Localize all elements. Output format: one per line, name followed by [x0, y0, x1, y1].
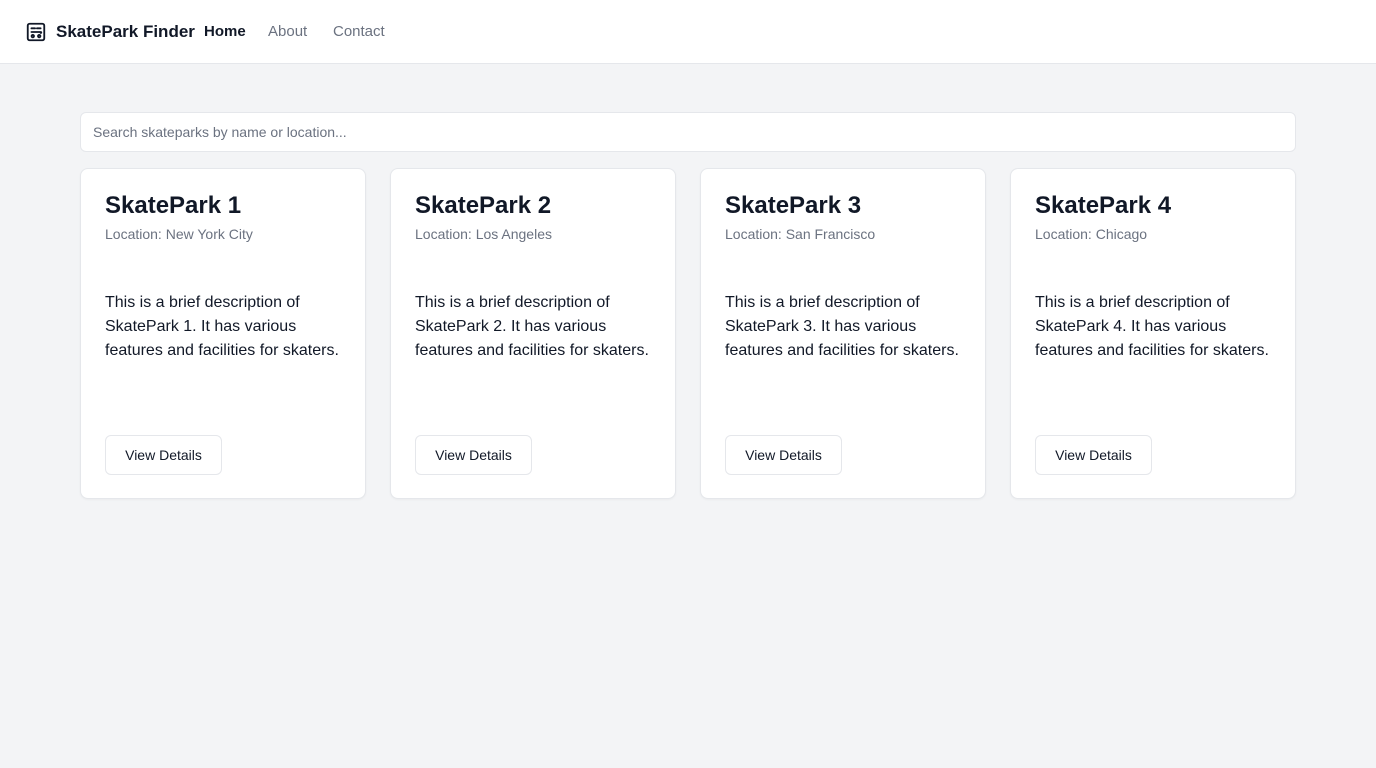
card-description: This is a brief description of SkatePark…: [415, 294, 649, 359]
card-title: SkatePark 3: [725, 192, 862, 219]
brand-title[interactable]: SkatePark Finder: [56, 21, 195, 43]
card-description: This is a brief description of SkatePark…: [1035, 294, 1269, 359]
nav-link-about[interactable]: About: [268, 22, 307, 42]
card-location: Location: Los Angeles: [415, 226, 552, 242]
card-location: Location: San Francisco: [725, 226, 876, 242]
view-details-button[interactable]: View Details: [415, 435, 532, 475]
card-title: SkatePark 1: [105, 192, 242, 219]
top-nav-bar: SkatePark Finder Home About Contact: [0, 0, 1376, 64]
search-input[interactable]: [80, 112, 1296, 152]
card-location: Location: New York City: [105, 226, 253, 242]
skateboard-icon[interactable]: [25, 21, 47, 43]
view-details-button[interactable]: View Details: [1035, 435, 1152, 475]
card-title: SkatePark 2: [415, 192, 552, 219]
skatepark-card: SkatePark 3 Location: San Francisco This…: [700, 168, 986, 499]
view-details-button[interactable]: View Details: [725, 435, 842, 475]
nav-link-home[interactable]: Home: [204, 22, 246, 42]
card-location: Location: Chicago: [1035, 226, 1148, 242]
skatepark-card: SkatePark 4 Location: Chicago This is a …: [1010, 168, 1296, 499]
skatepark-card: SkatePark 1 Location: New York City This…: [80, 168, 366, 499]
nav-link-contact[interactable]: Contact: [333, 22, 385, 42]
view-details-button[interactable]: View Details: [105, 435, 222, 475]
card-description: This is a brief description of SkatePark…: [105, 294, 339, 359]
card-description: This is a brief description of SkatePark…: [725, 294, 959, 359]
skatepark-card: SkatePark 2 Location: Los Angeles This i…: [390, 168, 676, 499]
card-title: SkatePark 4: [1035, 192, 1172, 219]
